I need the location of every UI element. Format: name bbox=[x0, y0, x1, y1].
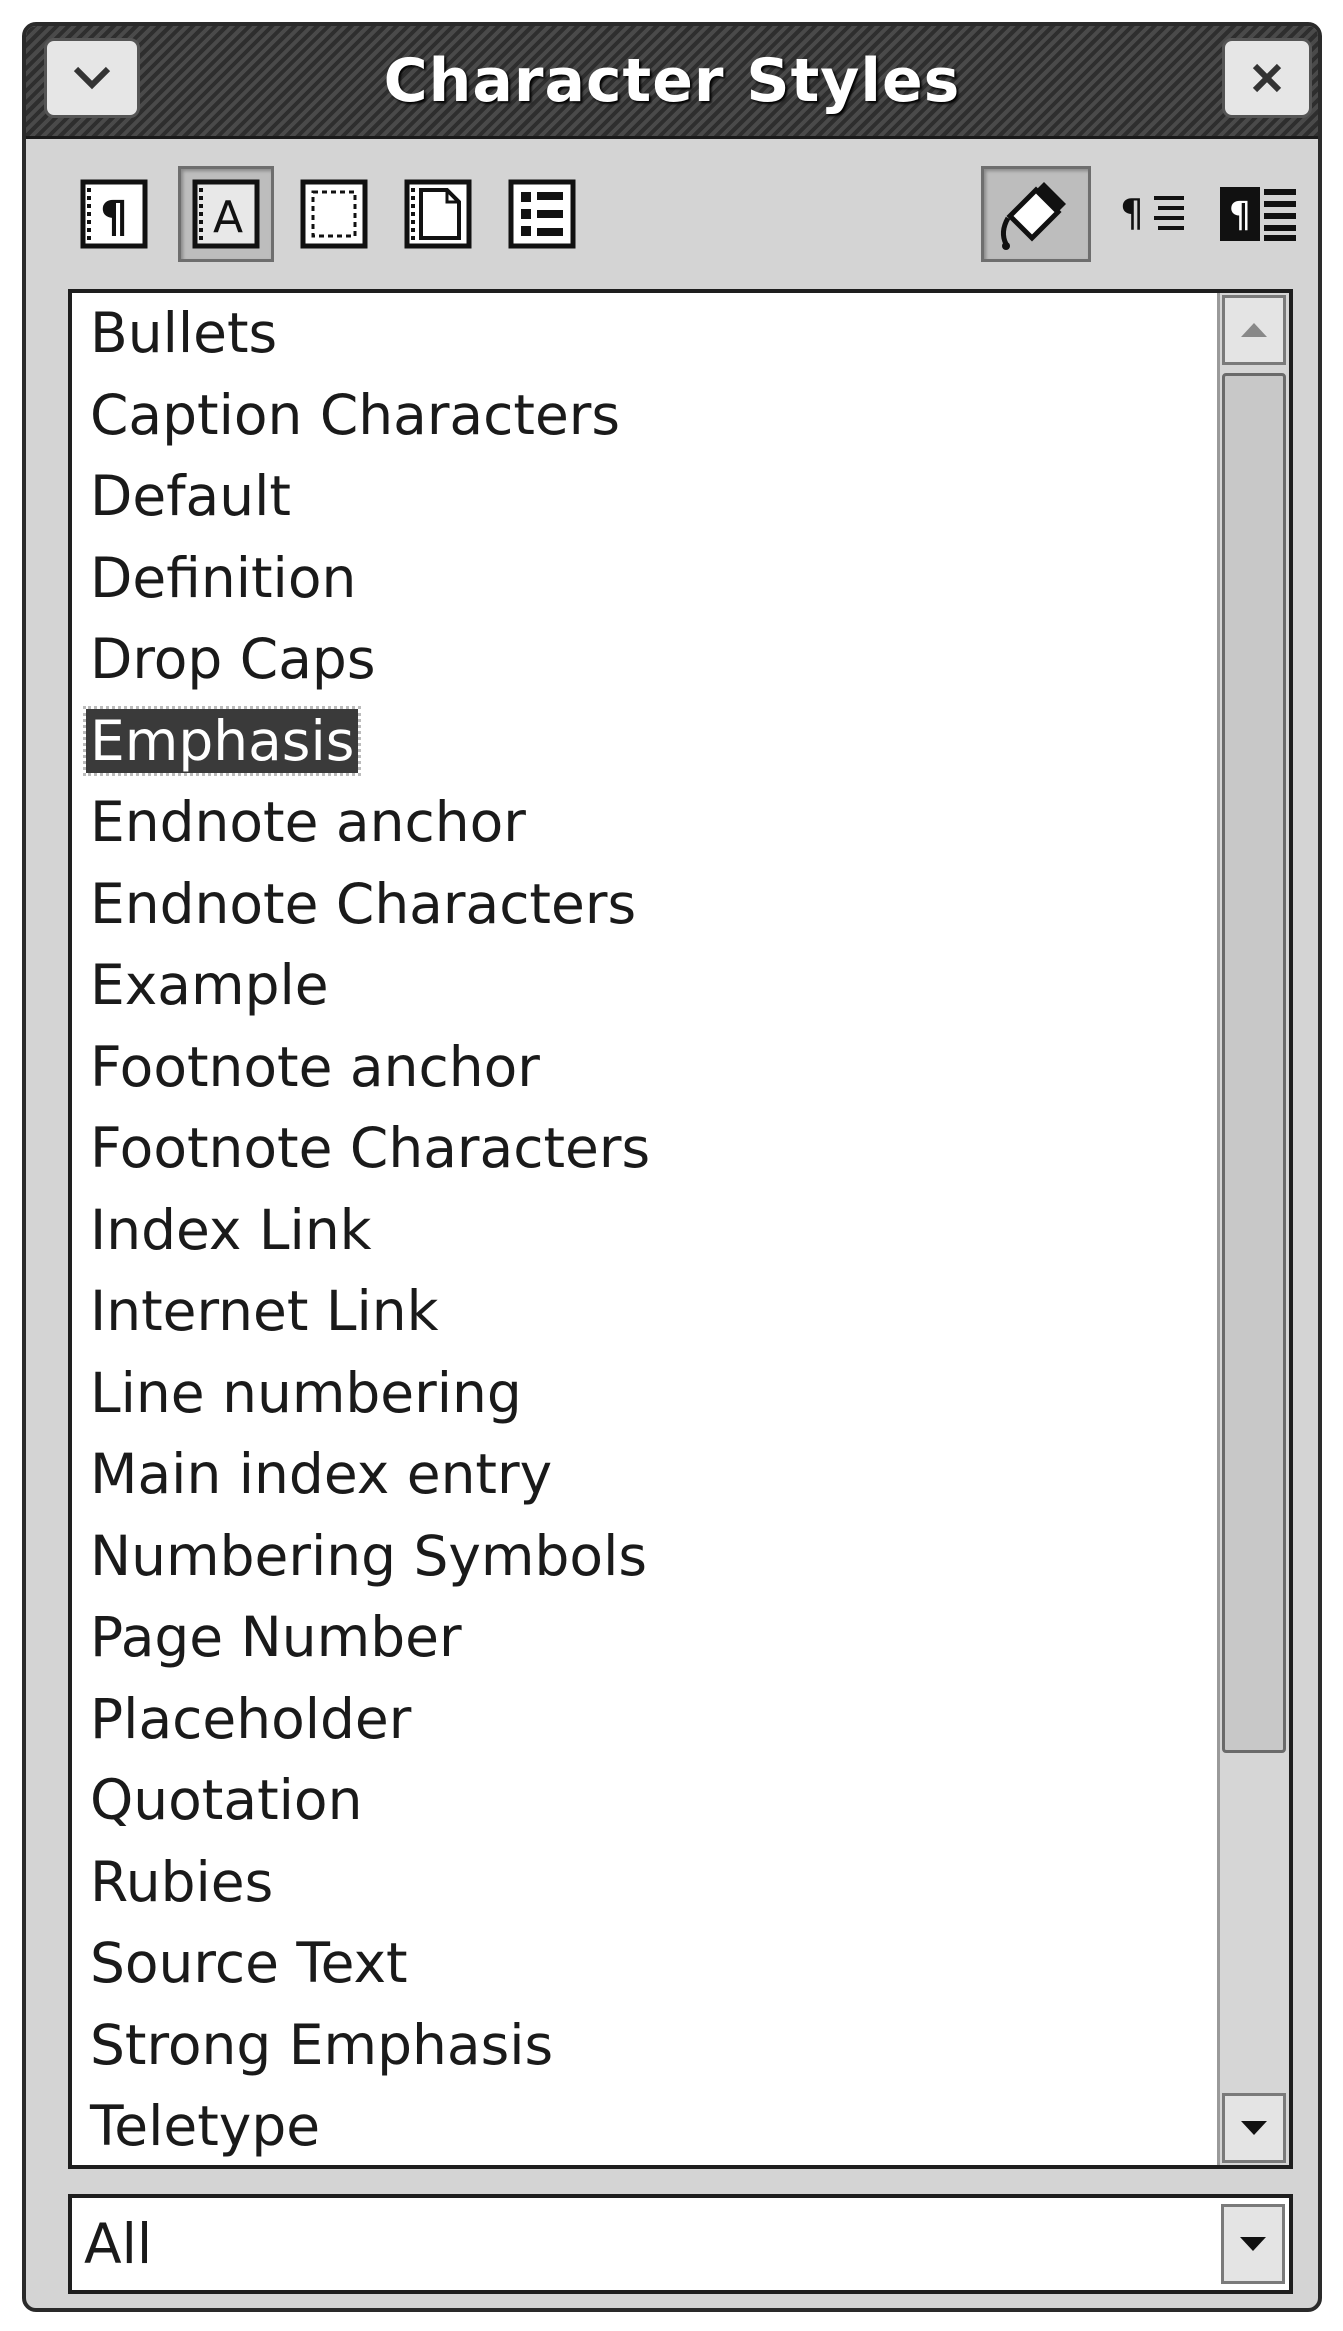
scroll-thumb[interactable] bbox=[1222, 373, 1286, 1753]
style-list-item[interactable]: Definition bbox=[72, 538, 1217, 620]
svg-text:¶: ¶ bbox=[100, 192, 128, 243]
style-filter-dropdown-button[interactable] bbox=[1221, 2204, 1285, 2284]
style-list-item-label: Endnote Characters bbox=[90, 871, 637, 936]
update-style-icon: ¶ bbox=[1220, 187, 1296, 241]
svg-text:A: A bbox=[213, 192, 243, 243]
fill-format-mode-icon bbox=[1000, 182, 1066, 250]
list-styles-button[interactable] bbox=[494, 166, 590, 262]
arrow-down-icon bbox=[1241, 2121, 1267, 2135]
page-styles-button[interactable] bbox=[390, 166, 486, 262]
style-list-item[interactable]: Internet Link bbox=[72, 1271, 1217, 1353]
new-style-from-selection-button[interactable]: ¶ bbox=[1106, 166, 1202, 262]
close-button[interactable] bbox=[1222, 38, 1312, 118]
style-list-item[interactable]: Footnote anchor bbox=[72, 1027, 1217, 1109]
style-list-item[interactable]: Quotation bbox=[72, 1760, 1217, 1842]
fill-format-mode-button[interactable] bbox=[981, 166, 1091, 262]
style-list-item-label: Example bbox=[90, 953, 329, 1017]
style-list-item[interactable]: Drop Caps bbox=[72, 619, 1217, 701]
style-toolbar: ¶ A ¶ ¶ bbox=[26, 136, 1318, 286]
style-list-item-label: Emphasis bbox=[82, 705, 362, 776]
style-list-item[interactable]: Example bbox=[72, 945, 1217, 1027]
arrow-down-icon bbox=[1240, 2237, 1266, 2251]
style-list-item-label: Caption Characters bbox=[90, 382, 621, 447]
style-list-item[interactable]: Default bbox=[72, 456, 1217, 538]
style-list-item-label: Teletype bbox=[90, 2094, 321, 2158]
style-list-item[interactable]: Numbering Symbols bbox=[72, 1516, 1217, 1598]
close-icon bbox=[1252, 63, 1282, 93]
style-list-item[interactable]: Rubies bbox=[72, 1842, 1217, 1924]
style-list-item-label: Definition bbox=[90, 545, 357, 610]
style-list-item-label: Footnote anchor bbox=[90, 1034, 540, 1099]
style-list-item-label: Bullets bbox=[90, 301, 278, 365]
style-list-item[interactable]: Teletype bbox=[72, 2086, 1217, 2165]
svg-text:¶: ¶ bbox=[1229, 195, 1252, 236]
frame-styles-icon bbox=[300, 179, 368, 249]
style-list-item-label: Placeholder bbox=[90, 1686, 412, 1751]
style-list-item[interactable]: Page Number bbox=[72, 1597, 1217, 1679]
window-menu-button[interactable] bbox=[44, 38, 140, 118]
style-list-item-label: Endnote anchor bbox=[90, 790, 526, 854]
character-styles-icon: A bbox=[192, 179, 260, 249]
window-title: Character Styles bbox=[383, 46, 961, 116]
style-list-item[interactable]: Footnote Characters bbox=[72, 1108, 1217, 1190]
update-style-button[interactable]: ¶ bbox=[1211, 166, 1307, 262]
style-list-item-label: Footnote Characters bbox=[90, 1116, 651, 1180]
chevron-down-icon bbox=[73, 66, 111, 90]
style-list-item[interactable]: Bullets bbox=[72, 293, 1217, 375]
style-list-item-label: Source Text bbox=[90, 1931, 408, 1995]
style-list-item-label: Numbering Symbols bbox=[90, 1523, 648, 1588]
style-list-item[interactable]: Index Link bbox=[72, 1190, 1217, 1272]
page-styles-icon bbox=[404, 179, 472, 249]
style-list-item-label: Default bbox=[90, 464, 291, 528]
paragraph-styles-icon: ¶ bbox=[80, 179, 148, 249]
style-list-item-label: Line numbering bbox=[90, 1360, 522, 1425]
style-list-item-label: Index Link bbox=[90, 1197, 372, 1262]
style-list-item[interactable]: Line numbering bbox=[72, 1353, 1217, 1435]
style-list-item[interactable]: Endnote anchor bbox=[72, 782, 1217, 864]
style-list-item-label: Rubies bbox=[90, 1849, 274, 1914]
style-list-item[interactable]: Strong Emphasis bbox=[72, 2005, 1217, 2087]
style-list-item-label: Quotation bbox=[90, 1768, 363, 1832]
style-list-item-label: Drop Caps bbox=[90, 627, 376, 691]
style-filter-select[interactable]: All bbox=[68, 2194, 1293, 2294]
style-list-item-label: Strong Emphasis bbox=[90, 2012, 554, 2077]
style-list-item[interactable]: Caption Characters bbox=[72, 375, 1217, 457]
style-list-item-label: Internet Link bbox=[90, 1279, 439, 1343]
scroll-up-button[interactable] bbox=[1222, 295, 1286, 365]
scroll-down-button[interactable] bbox=[1222, 2093, 1286, 2163]
frame-styles-button[interactable] bbox=[286, 166, 382, 262]
svg-text:¶: ¶ bbox=[1120, 191, 1144, 235]
character-styles-button[interactable]: A bbox=[178, 166, 274, 262]
style-list[interactable]: Bullets Caption Characters Default Definiti… bbox=[68, 289, 1293, 2169]
title-bar[interactable]: Character Styles bbox=[26, 26, 1318, 139]
style-list-item[interactable]: Placeholder bbox=[72, 1679, 1217, 1761]
style-list-item[interactable]: Emphasis bbox=[72, 701, 1217, 783]
paragraph-styles-button[interactable]: ¶ bbox=[66, 166, 162, 262]
character-styles-window: Character Styles ¶ A ¶ ¶ Bullets Caption… bbox=[22, 22, 1322, 2312]
style-list-items: Bullets Caption Characters Default Definiti… bbox=[72, 293, 1217, 2165]
vertical-scrollbar[interactable] bbox=[1217, 293, 1289, 2165]
style-list-item[interactable]: Source Text bbox=[72, 1923, 1217, 2005]
style-list-item[interactable]: Main index entry bbox=[72, 1434, 1217, 1516]
arrow-up-icon bbox=[1241, 323, 1267, 337]
list-styles-icon bbox=[508, 179, 576, 249]
new-style-from-selection-icon: ¶ bbox=[1120, 191, 1184, 235]
style-list-item[interactable]: Endnote Characters bbox=[72, 864, 1217, 946]
style-list-item-label: Main index entry bbox=[90, 1442, 553, 1506]
style-filter-value: All bbox=[84, 2212, 153, 2276]
style-list-item-label: Page Number bbox=[90, 1605, 462, 1669]
